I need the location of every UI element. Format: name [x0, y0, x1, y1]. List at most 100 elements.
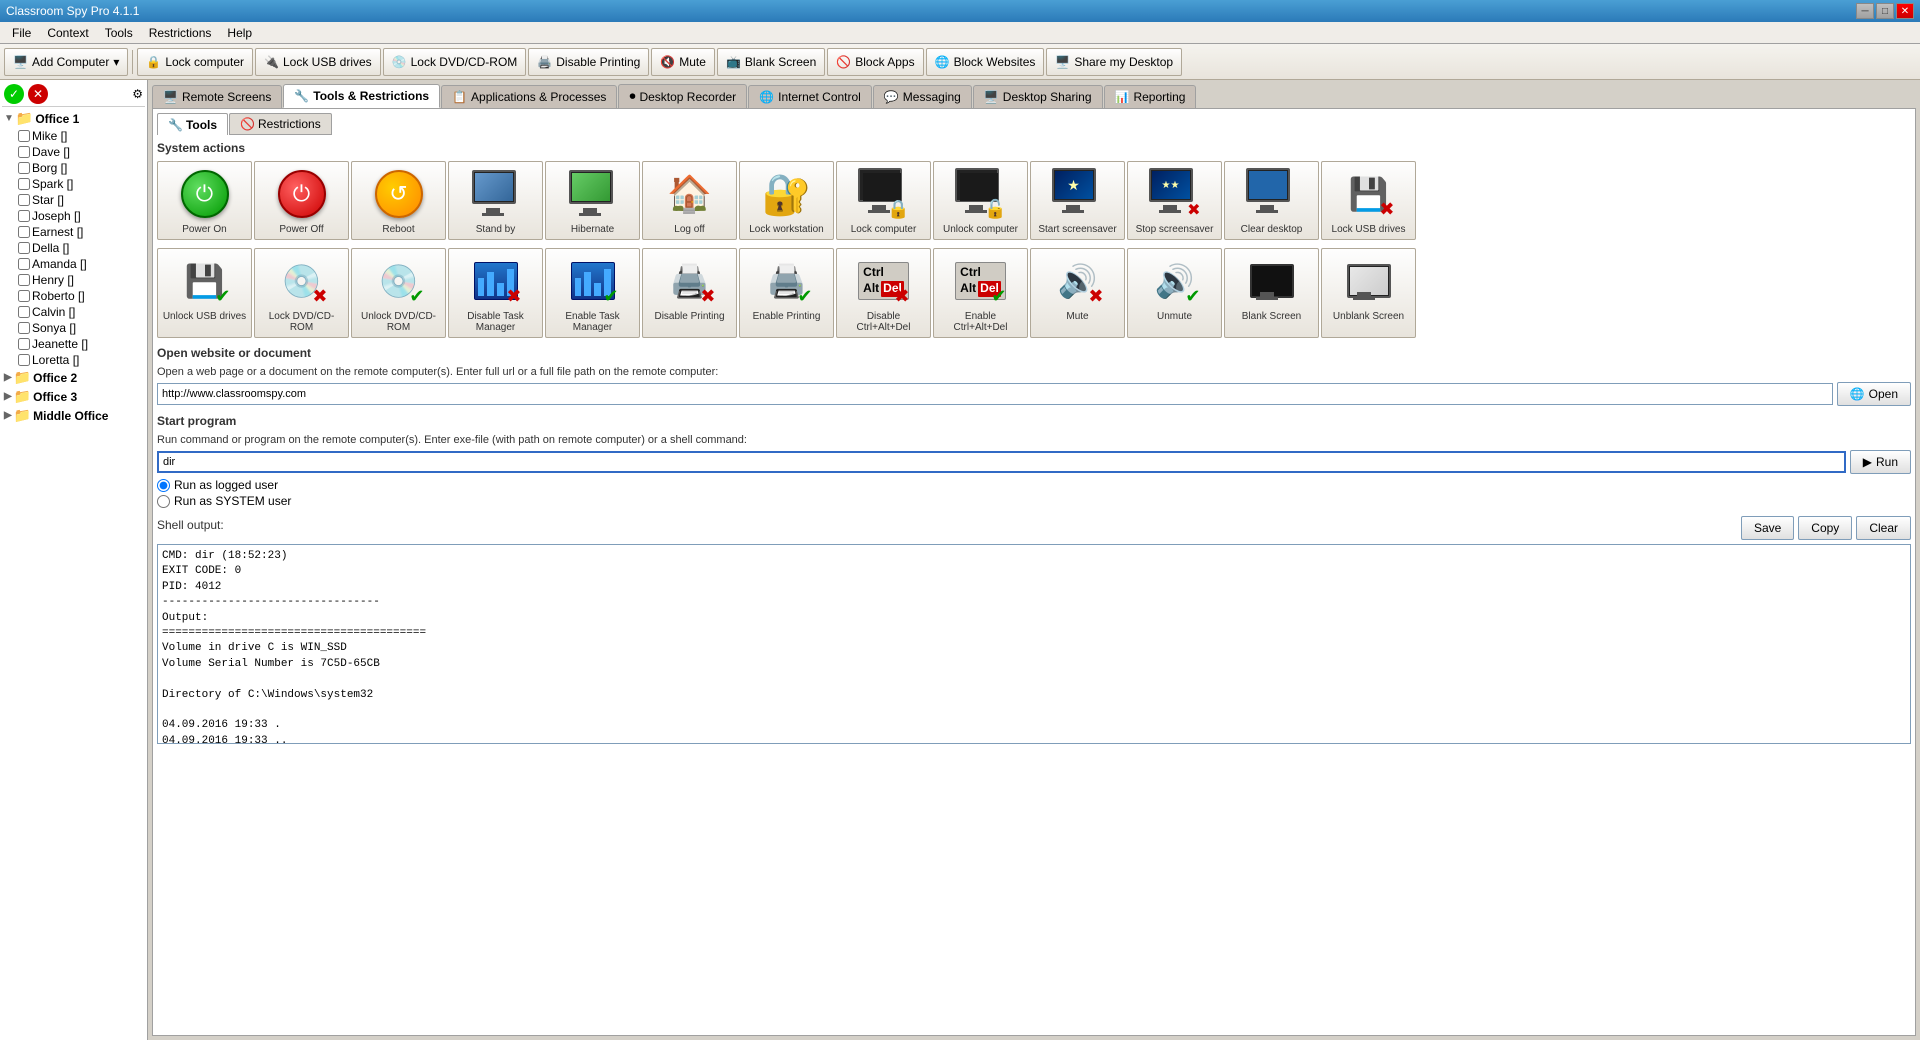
action-log-off[interactable]: 🏠 Log off [642, 161, 737, 240]
toolbar-block-websites[interactable]: 🌐 Block Websites [926, 48, 1045, 76]
tab-apps-processes[interactable]: 📋 Applications & Processes [441, 85, 617, 108]
maximize-button[interactable]: □ [1876, 3, 1894, 19]
sidebar-item-sonya[interactable]: Sonya [] [2, 320, 145, 336]
tab-internet-control[interactable]: 🌐 Internet Control [748, 85, 872, 108]
copy-shell-button[interactable]: Copy [1798, 516, 1852, 540]
action-clear-desktop[interactable]: Clear desktop [1224, 161, 1319, 240]
sidebar-item-jeanette[interactable]: Jeanette [] [2, 336, 145, 352]
sidebar-group-middle-office[interactable]: ▶ 📁 Middle Office [2, 406, 145, 425]
sidebar-item-borg[interactable]: Borg [] [2, 160, 145, 176]
toolbar-sep-1 [132, 50, 133, 74]
sidebar-group-office1[interactable]: ▼ 📁 Office 1 [2, 109, 145, 128]
lock-usb-drives-icon: 💾 ✖ [1343, 168, 1395, 220]
action-blank-screen[interactable]: Blank Screen [1224, 248, 1319, 338]
sidebar-item-dave[interactable]: Dave [] [2, 144, 145, 160]
menu-restrictions[interactable]: Restrictions [141, 24, 220, 42]
toolbar-lock-dvd[interactable]: 💿 Lock DVD/CD-ROM [383, 48, 527, 76]
save-shell-button[interactable]: Save [1741, 516, 1794, 540]
sidebar-item-amanda[interactable]: Amanda [] [2, 256, 145, 272]
action-unlock-dvd[interactable]: 💿 ✔ Unlock DVD/CD-ROM [351, 248, 446, 338]
action-unblank-screen[interactable]: Unblank Screen [1321, 248, 1416, 338]
office1-label: Office 1 [35, 112, 79, 126]
toolbar-blank-screen[interactable]: 📺 Blank Screen [717, 48, 825, 76]
action-mute[interactable]: 🔊 ✖ Mute [1030, 248, 1125, 338]
tab-messaging[interactable]: 💬 Messaging [873, 85, 972, 108]
sidebar-settings-icon[interactable]: ⚙ [132, 87, 143, 101]
sub-tab-tools[interactable]: 🔧 Tools [157, 113, 228, 135]
sub-tab-restrictions[interactable]: 🚫 Restrictions [229, 113, 332, 135]
sidebar-item-della[interactable]: Della [] [2, 240, 145, 256]
close-button[interactable]: ✕ [1896, 3, 1914, 19]
menu-tools[interactable]: Tools [97, 24, 141, 42]
sidebar-item-henry[interactable]: Henry [] [2, 272, 145, 288]
run-button[interactable]: ▶ Run [1850, 450, 1911, 474]
sidebar-item-joseph[interactable]: Joseph [] [2, 208, 145, 224]
unmute-icon: 🔊 ✔ [1149, 255, 1201, 307]
toolbar-block-apps[interactable]: 🚫 Block Apps [827, 48, 923, 76]
tab-remote-screens[interactable]: 🖥️ Remote Screens [152, 85, 282, 108]
action-stand-by[interactable]: Stand by [448, 161, 543, 240]
action-unlock-usb[interactable]: 💾 ✔ Unlock USB drives [157, 248, 252, 338]
toolbar-mute[interactable]: 🔇 Mute [651, 48, 715, 76]
action-lock-workstation[interactable]: 🔐 Lock workstation [739, 161, 834, 240]
action-power-off[interactable]: ⏻ Power Off [254, 161, 349, 240]
clear-shell-button[interactable]: Clear [1856, 516, 1911, 540]
sidebar-status-row: ✓ ✕ ⚙ [2, 82, 145, 107]
minimize-button[interactable]: ─ [1856, 3, 1874, 19]
tab-desktop-recorder[interactable]: ⏺ Desktop Recorder [618, 84, 747, 108]
reboot-label: Reboot [382, 224, 414, 235]
toolbar-add-computer[interactable]: 🖥️ Add Computer ▾ [4, 48, 128, 76]
block-apps-icon: 🚫 [836, 55, 851, 69]
url-input[interactable] [157, 383, 1833, 405]
tab-desktop-sharing[interactable]: 🖥️ Desktop Sharing [973, 85, 1103, 108]
office1-tree: Mike [] Dave [] Borg [] Spark [] Star []… [2, 128, 145, 368]
action-stop-screensaver[interactable]: ★★ ✖ Stop screensaver [1127, 161, 1222, 240]
radio-logged-user-input[interactable] [157, 479, 170, 492]
sidebar-group-office3[interactable]: ▶ 📁 Office 3 [2, 387, 145, 406]
command-input[interactable] [157, 451, 1846, 473]
radio-logged-user[interactable]: Run as logged user [157, 478, 1911, 492]
sidebar: ✓ ✕ ⚙ ▼ 📁 Office 1 Mike [] Dave [] Borg … [0, 80, 148, 1040]
sidebar-item-mike[interactable]: Mike [] [2, 128, 145, 144]
toolbar-share-desktop[interactable]: 🖥️ Share my Desktop [1046, 48, 1182, 76]
menu-context[interactable]: Context [39, 24, 96, 42]
action-disable-printing[interactable]: 🖨️ ✖ Disable Printing [642, 248, 737, 338]
radio-system-user[interactable]: Run as SYSTEM user [157, 494, 1911, 508]
action-lock-computer[interactable]: 🔒 Lock computer [836, 161, 931, 240]
tab-reporting[interactable]: 📊 Reporting [1104, 85, 1197, 108]
open-button[interactable]: 🌐 Open [1837, 382, 1911, 406]
sub-tools-icon: 🔧 [168, 118, 183, 132]
action-hibernate[interactable]: Hibernate [545, 161, 640, 240]
shell-output-content[interactable]: CMD: dir (18:52:23) EXIT CODE: 0 PID: 40… [157, 544, 1911, 744]
action-enable-ctrl-alt-del[interactable]: Ctrl AltDel ✔ Enable Ctrl+Alt+Del [933, 248, 1028, 338]
sidebar-item-star[interactable]: Star [] [2, 192, 145, 208]
action-enable-task-manager[interactable]: ✔ Enable Task Manager [545, 248, 640, 338]
action-lock-dvd[interactable]: 💿 ✖ Lock DVD/CD-ROM [254, 248, 349, 338]
collapse-arrow-office3: ▶ [4, 391, 12, 402]
action-power-on[interactable]: ⏻ Power On [157, 161, 252, 240]
toolbar-disable-printing[interactable]: 🖨️ Disable Printing [528, 48, 649, 76]
action-lock-usb-drives[interactable]: 💾 ✖ Lock USB drives [1321, 161, 1416, 240]
action-reboot[interactable]: ↺ Reboot [351, 161, 446, 240]
action-unmute[interactable]: 🔊 ✔ Unmute [1127, 248, 1222, 338]
toolbar-lock-usb[interactable]: 🔌 Lock USB drives [255, 48, 381, 76]
sidebar-item-spark[interactable]: Spark [] [2, 176, 145, 192]
menu-help[interactable]: Help [219, 24, 260, 42]
action-disable-ctrl-alt-del[interactable]: Ctrl AltDel ✖ Disable Ctrl+Alt+Del [836, 248, 931, 338]
action-unlock-computer[interactable]: 🔓 Unlock computer [933, 161, 1028, 240]
toolbar-lock-computer[interactable]: 🔒 Lock computer [137, 48, 253, 76]
sidebar-item-earnest[interactable]: Earnest [] [2, 224, 145, 240]
copy-shell-label: Copy [1811, 521, 1839, 535]
action-disable-task-manager[interactable]: ✖ Disable Task Manager [448, 248, 543, 338]
power-on-icon: ⏻ [179, 168, 231, 220]
tab-tools-restrictions[interactable]: 🔧 Tools & Restrictions [283, 84, 440, 108]
action-enable-printing[interactable]: 🖨️ ✔ Enable Printing [739, 248, 834, 338]
blank-screen-action-icon [1246, 255, 1298, 307]
menu-file[interactable]: File [4, 24, 39, 42]
sidebar-item-calvin[interactable]: Calvin [] [2, 304, 145, 320]
sidebar-group-office2[interactable]: ▶ 📁 Office 2 [2, 368, 145, 387]
sidebar-item-roberto[interactable]: Roberto [] [2, 288, 145, 304]
sidebar-item-loretta[interactable]: Loretta [] [2, 352, 145, 368]
action-start-screensaver[interactable]: ★ Start screensaver [1030, 161, 1125, 240]
radio-system-user-input[interactable] [157, 495, 170, 508]
